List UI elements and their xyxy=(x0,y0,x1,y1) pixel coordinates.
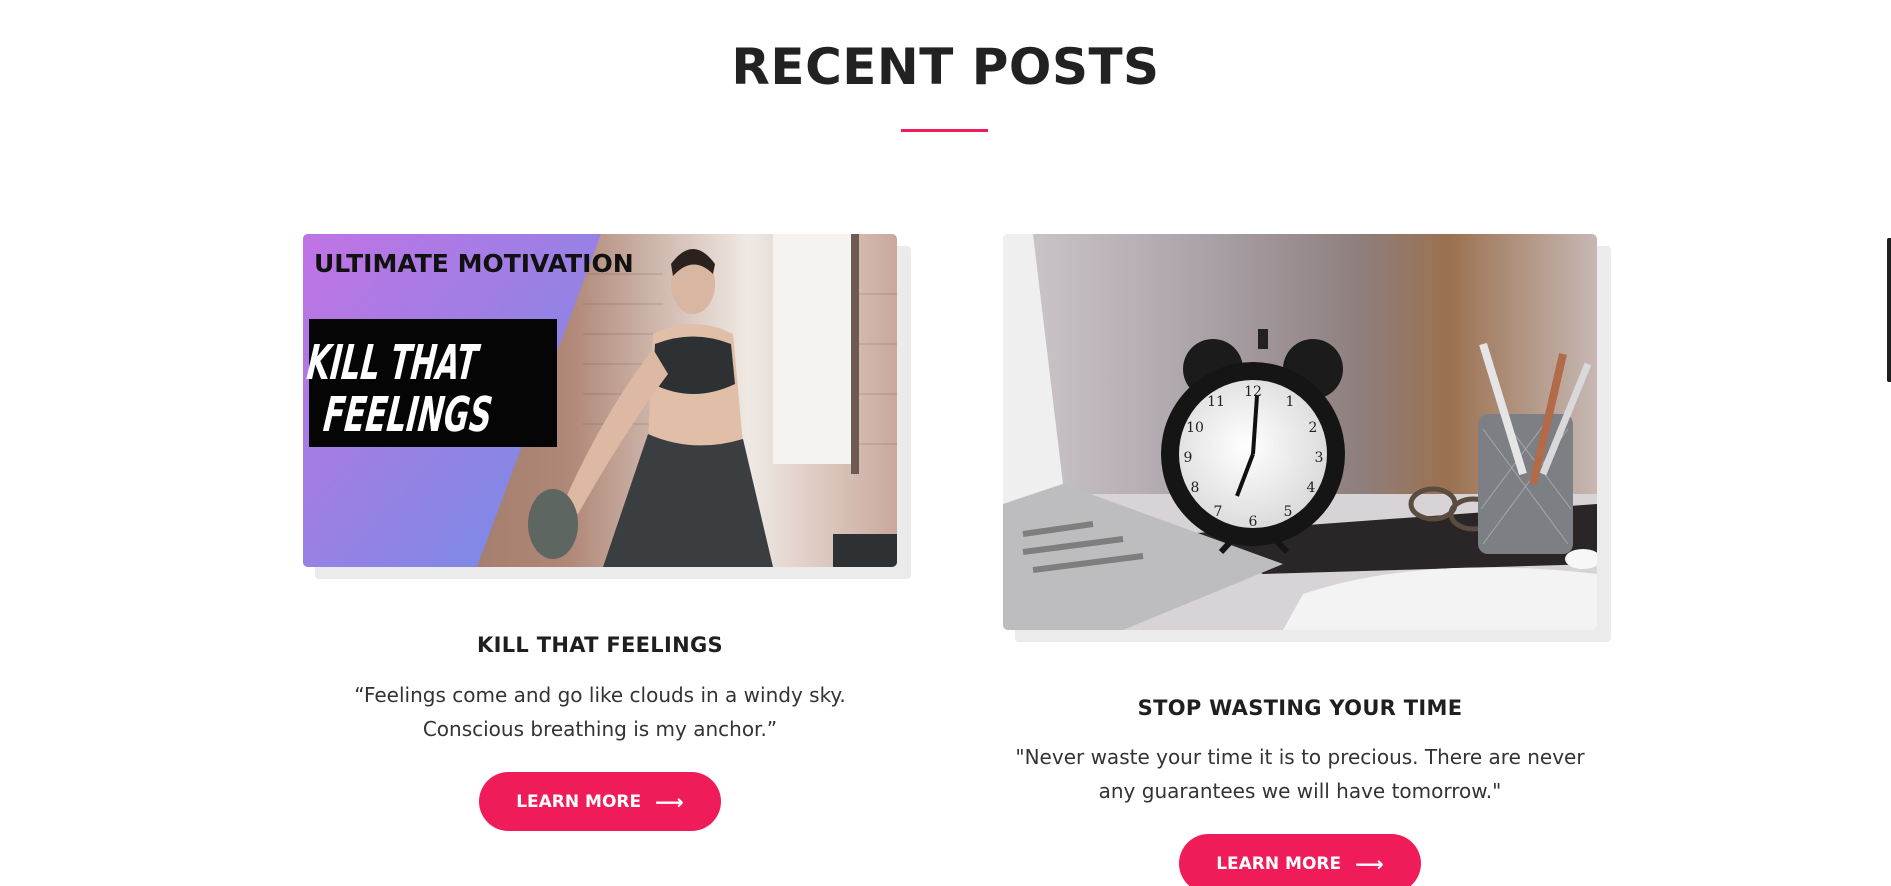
arrow-right-icon: ⟶ xyxy=(1355,851,1384,876)
arrow-right-icon: ⟶ xyxy=(655,789,684,814)
svg-text:2: 2 xyxy=(1309,420,1318,436)
banner-text: ULTIMATE MOTIVATION xyxy=(314,249,634,278)
svg-text:6: 6 xyxy=(1249,514,1258,530)
svg-text:3: 3 xyxy=(1315,450,1324,466)
svg-text:4: 4 xyxy=(1307,480,1316,496)
svg-text:1: 1 xyxy=(1286,394,1295,410)
learn-more-label: LEARN MORE xyxy=(516,791,642,812)
learn-more-button[interactable]: LEARN MORE ⟶ xyxy=(1179,834,1421,886)
title-underline xyxy=(901,129,988,132)
post-title[interactable]: STOP WASTING YOUR TIME xyxy=(1003,696,1597,720)
alarm-clock-thumbnail-image: 12 1 2 3 45 6 7 8 9 1011 xyxy=(1003,234,1597,630)
learn-more-button[interactable]: LEARN MORE ⟶ xyxy=(479,772,721,831)
learn-more-label: LEARN MORE xyxy=(1216,853,1342,874)
post-thumbnail[interactable]: ULTIMATE MOTIVATION KILL THAT FEELINGS xyxy=(303,234,897,567)
svg-text:5: 5 xyxy=(1284,504,1293,520)
post-thumbnail[interactable]: 12 1 2 3 45 6 7 8 9 10 11 xyxy=(1003,234,1597,630)
post-excerpt: “Feelings come and go like clouds in a w… xyxy=(354,683,846,741)
headline-line-1: KILL THAT xyxy=(305,335,483,391)
post-title[interactable]: KILL THAT FEELINGS xyxy=(303,633,897,657)
headline-line-2: FEELINGS xyxy=(321,387,495,443)
svg-text:10: 10 xyxy=(1186,420,1204,436)
svg-text:7: 7 xyxy=(1214,504,1223,520)
post-excerpt: "Never waste your time it is to precious… xyxy=(1015,745,1585,803)
svg-text:12: 12 xyxy=(1244,384,1262,400)
post-card: ULTIMATE MOTIVATION KILL THAT FEELINGS K… xyxy=(303,234,911,831)
post-card: 12 1 2 3 45 6 7 8 9 10 11 STOP WASTING YOUR… xyxy=(1003,234,1611,886)
scroll-edge-tab[interactable] xyxy=(1887,238,1891,382)
svg-text:8: 8 xyxy=(1191,480,1200,496)
section-title: RECENT POSTS xyxy=(731,38,1160,96)
svg-text:11: 11 xyxy=(1207,394,1225,410)
motivation-thumbnail-image: ULTIMATE MOTIVATION KILL THAT FEELINGS xyxy=(303,234,897,567)
svg-text:9: 9 xyxy=(1184,450,1193,466)
